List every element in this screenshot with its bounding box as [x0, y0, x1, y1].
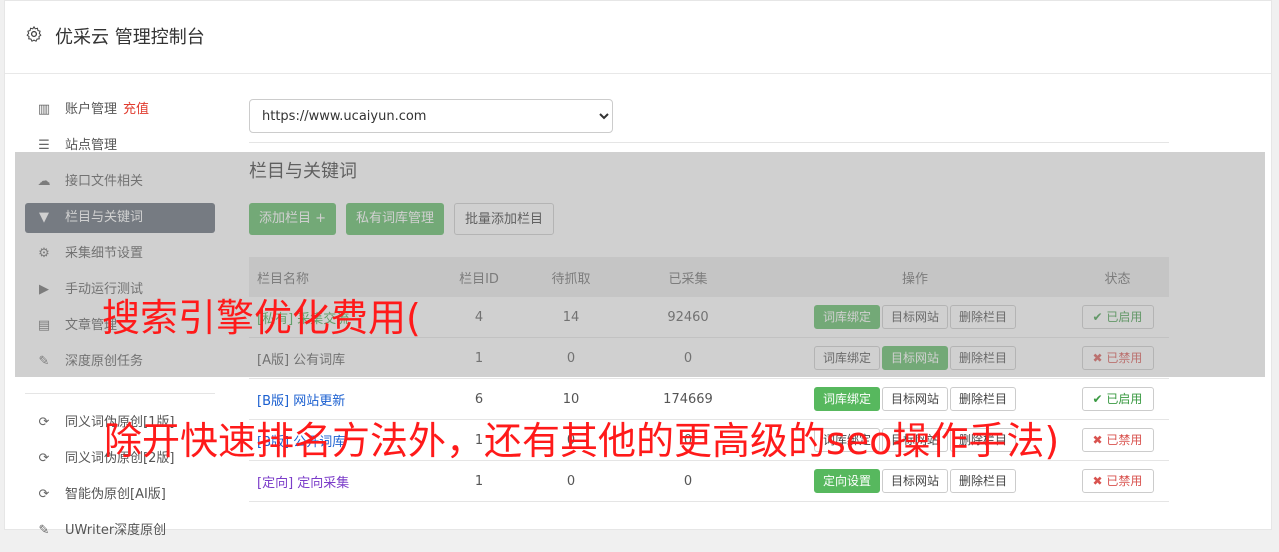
delete-column-button[interactable]: 删除栏目	[950, 387, 1017, 411]
sidebar-item-label: 账户管理	[65, 102, 118, 117]
pending-count: 0	[530, 460, 612, 502]
collected-count: 0	[612, 460, 764, 502]
sidebar-item-label: 智能伪原创[AI版]	[65, 487, 166, 502]
sidebar-item-nav-0[interactable]: ▥ 账户管理 充值	[25, 95, 215, 125]
overlay-text-line2: 除开快速排名方法外，还有其他的更高级的seo操作手法)	[104, 419, 1060, 463]
page-title: 优采云 管理控制台	[55, 27, 205, 48]
ad-overlay	[15, 152, 1265, 377]
close-icon: ✖	[1092, 474, 1107, 488]
bind-lexicon-button[interactable]: 词库绑定	[813, 387, 880, 411]
edit-icon: ✎	[38, 523, 50, 538]
table-row: [定向] 定向采集 1 0 0 定向设置 目标网站 删除栏目 ✖ 已禁用	[249, 460, 1169, 502]
overlay-text-line1: 搜索引擎优化费用(	[102, 296, 421, 340]
sidebar-item-label: 站点管理	[65, 138, 118, 153]
status-toggle[interactable]: ✔ 已启用	[1081, 387, 1154, 411]
check-icon: ✔	[1092, 392, 1107, 406]
status-label: 已启用	[1106, 392, 1143, 406]
row-actions: 定向设置 目标网站 删除栏目	[764, 460, 1066, 502]
column-id: 1	[428, 460, 530, 502]
status-cell: ✖ 已禁用	[1066, 419, 1169, 461]
status-label: 已禁用	[1106, 474, 1143, 488]
header: 优采云 管理控制台	[5, 1, 1271, 74]
divider	[249, 142, 1169, 143]
delete-column-button[interactable]: 删除栏目	[950, 469, 1017, 493]
sidebar-item-tool-3[interactable]: ✎ UWriter深度原创	[25, 516, 215, 546]
sidebar-item-tool-2[interactable]: ⟳ 智能伪原创[AI版]	[25, 480, 215, 510]
status-label: 已禁用	[1106, 433, 1143, 447]
column-name-text[interactable]: [定向] 定向采集	[257, 476, 349, 491]
column-name-text[interactable]: [B版] 网站更新	[257, 394, 345, 409]
close-icon: ✖	[1092, 433, 1107, 447]
target-site-button[interactable]: 目标网站	[881, 469, 948, 493]
status-cell: ✖ 已禁用	[1066, 460, 1169, 502]
server-icon: ☰	[38, 138, 50, 153]
refresh-icon: ⟳	[38, 451, 50, 466]
refresh-icon: ⟳	[38, 487, 50, 502]
sidebar-item-label: UWriter深度原创	[65, 523, 167, 538]
target-site-button[interactable]: 目标网站	[881, 387, 948, 411]
bar-chart-icon: ▥	[37, 102, 51, 117]
gear-icon	[26, 25, 42, 42]
status-toggle[interactable]: ✖ 已禁用	[1081, 469, 1154, 493]
recharge-link[interactable]: 充值	[123, 102, 149, 117]
site-select[interactable]: https://www.ucaiyun.com	[249, 99, 613, 133]
column-name[interactable]: [定向] 定向采集	[249, 460, 428, 502]
sidebar-divider	[25, 393, 215, 394]
bind-lexicon-button[interactable]: 定向设置	[813, 469, 880, 493]
refresh-icon: ⟳	[38, 415, 50, 430]
status-toggle[interactable]: ✖ 已禁用	[1081, 428, 1154, 452]
status-cell: ✔ 已启用	[1066, 378, 1169, 420]
